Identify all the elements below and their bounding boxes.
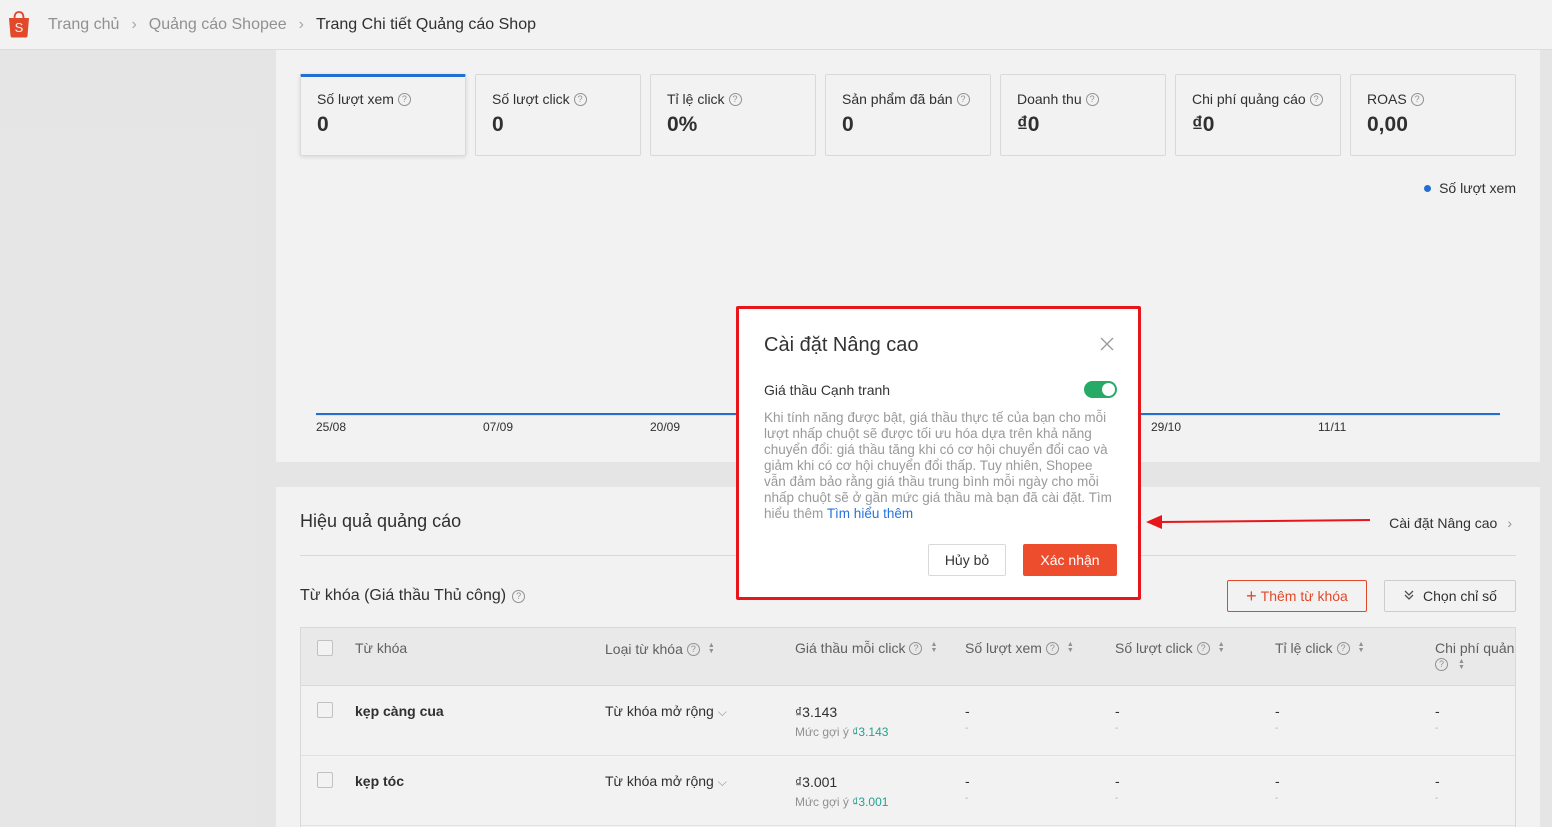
competitive-bid-label: Giá thầu Cạnh tranh: [764, 382, 891, 398]
competitive-bid-toggle[interactable]: [1084, 381, 1117, 398]
modal-highlight-frame: Cài đặt Nâng cao Giá thầu Cạnh tranh Khi…: [736, 306, 1141, 600]
modal-description: Khi tính năng được bật, giá thầu thực tế…: [764, 410, 1116, 522]
close-icon[interactable]: [1099, 336, 1115, 352]
advanced-settings-modal: Cài đặt Nâng cao Giá thầu Cạnh tranh Khi…: [739, 309, 1138, 597]
learn-more-link[interactable]: Tìm hiểu thêm: [827, 506, 913, 521]
cancel-button[interactable]: Hủy bỏ: [928, 544, 1006, 576]
modal-title: Cài đặt Nâng cao: [764, 334, 919, 356]
toggle-knob: [1102, 383, 1115, 396]
confirm-button[interactable]: Xác nhận: [1023, 544, 1117, 576]
description-text: Khi tính năng được bật, giá thầu thực tế…: [764, 410, 1112, 521]
